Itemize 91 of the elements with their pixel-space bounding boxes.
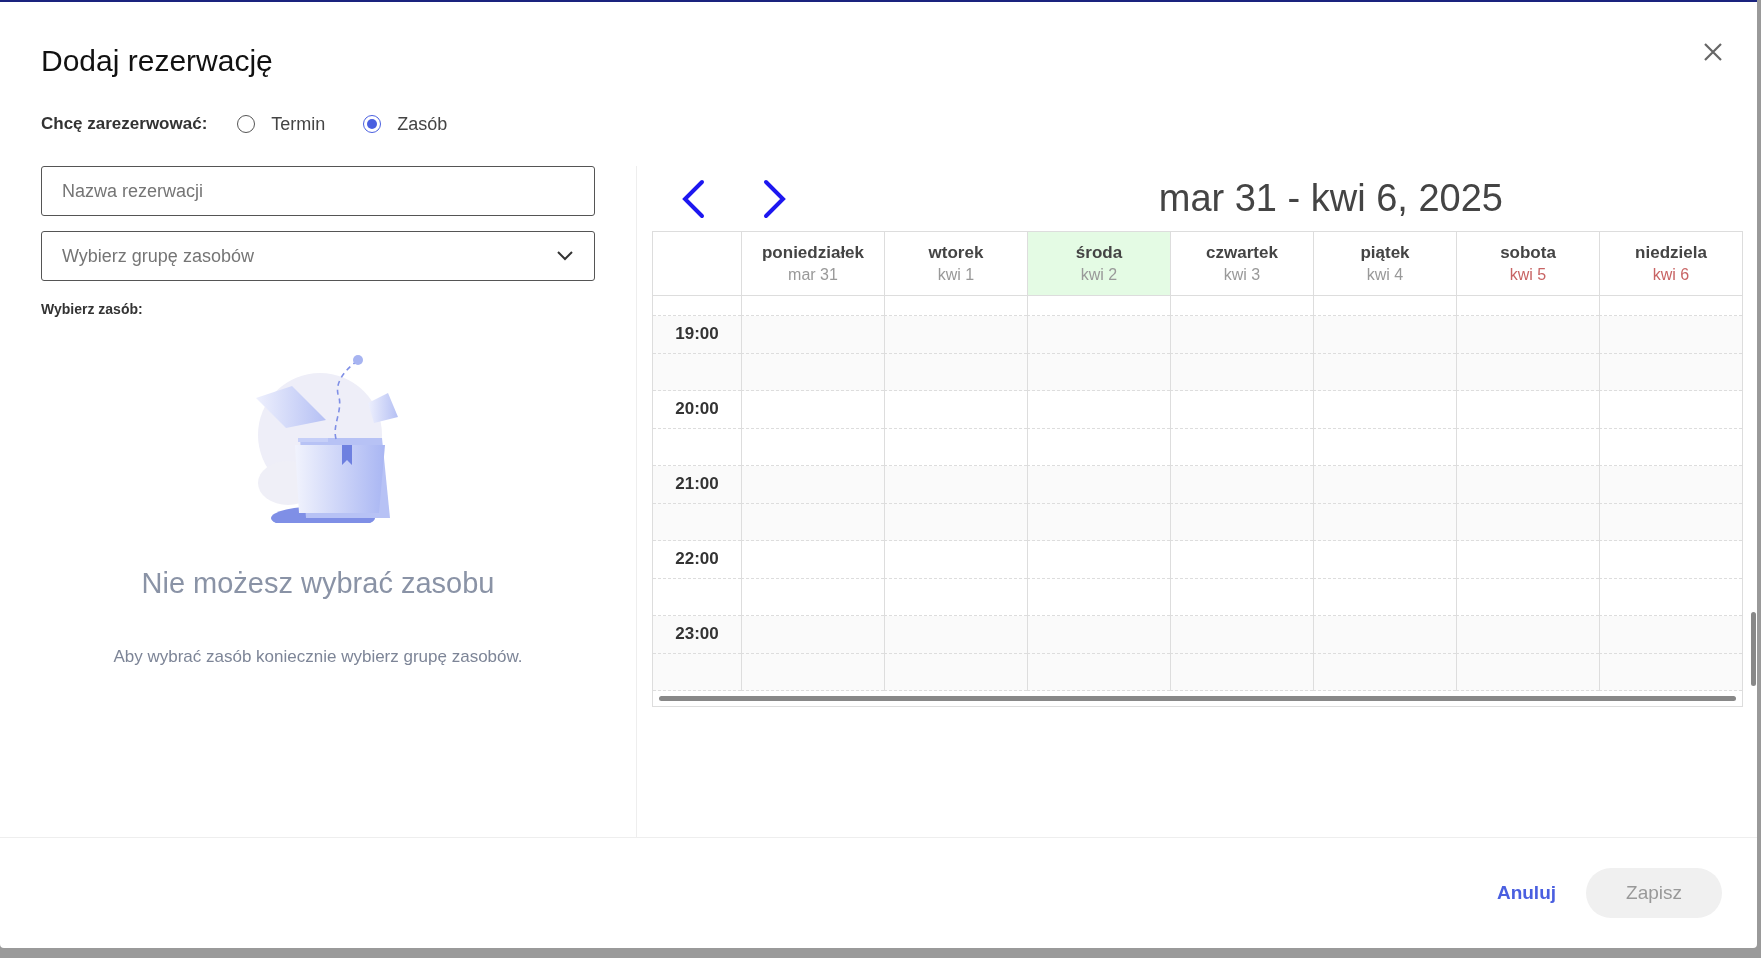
day-name: poniedziałek xyxy=(762,243,864,263)
calendar-slot[interactable] xyxy=(1027,353,1170,391)
day-date: kwi 4 xyxy=(1366,266,1404,284)
calendar-slot[interactable] xyxy=(1456,653,1599,691)
calendar-slot[interactable] xyxy=(1313,391,1456,429)
vertical-scrollbar[interactable] xyxy=(1751,612,1756,686)
calendar-slot[interactable] xyxy=(1599,541,1742,579)
day-date: mar 31 xyxy=(788,266,838,284)
calendar-slot[interactable] xyxy=(741,391,884,429)
calendar-slot[interactable] xyxy=(1313,466,1456,504)
calendar-slot[interactable] xyxy=(1170,316,1313,354)
calendar-slot[interactable] xyxy=(884,653,1027,691)
chevron-right-icon xyxy=(763,178,787,219)
day-name: sobota xyxy=(1500,243,1556,263)
day-date: kwi 1 xyxy=(937,266,975,284)
day-name: wtorek xyxy=(928,243,984,263)
calendar-slot[interactable] xyxy=(1599,466,1742,504)
calendar-slot[interactable] xyxy=(1599,391,1742,429)
calendar-slot[interactable] xyxy=(1456,503,1599,541)
day-name: niedziela xyxy=(1635,243,1707,263)
calendar-slot[interactable] xyxy=(741,653,884,691)
calendar-slot[interactable] xyxy=(1599,616,1742,654)
calendar-slot[interactable] xyxy=(1027,541,1170,579)
calendar-slot[interactable] xyxy=(1456,391,1599,429)
close-icon xyxy=(1703,42,1723,62)
calendar-slot[interactable] xyxy=(741,466,884,504)
calendar-slot[interactable] xyxy=(1170,653,1313,691)
cancel-button[interactable]: Anuluj xyxy=(1492,874,1561,912)
calendar-slot[interactable] xyxy=(884,616,1027,654)
calendar-slot[interactable] xyxy=(1170,503,1313,541)
date-range-title: mar 31 - kwi 6, 2025 xyxy=(1158,177,1503,220)
calendar-slot[interactable] xyxy=(1027,316,1170,354)
booking-type-label: Chcę zarezerwować: xyxy=(41,114,208,134)
calendar-slot[interactable] xyxy=(884,316,1027,354)
reservation-name-field[interactable]: Nazwa rezerwacji xyxy=(41,166,595,216)
chevron-left-icon xyxy=(681,178,705,219)
dialog-title: Dodaj rezerwację xyxy=(41,44,273,78)
time-cell: 19:00 xyxy=(653,316,741,354)
calendar-slot[interactable] xyxy=(741,353,884,391)
time-cell: 22:00 xyxy=(653,541,741,579)
resource-label: Wybierz zasób: xyxy=(41,301,143,317)
calendar-slot[interactable] xyxy=(1170,353,1313,391)
calendar-slot[interactable] xyxy=(1027,653,1170,691)
calendar-slot[interactable] xyxy=(741,541,884,579)
resource-group-select[interactable]: Wybierz grupę zasobów xyxy=(41,231,595,281)
calendar-slot[interactable] xyxy=(1313,503,1456,541)
day-name: środa xyxy=(1075,243,1123,263)
calendar-slot[interactable] xyxy=(1456,616,1599,654)
empty-state-title: Nie możesz wybrać zasobu xyxy=(141,567,495,600)
day-name: czwartek xyxy=(1206,243,1278,263)
calendar-slot[interactable] xyxy=(1456,316,1599,354)
calendar-slot[interactable] xyxy=(1313,653,1456,691)
calendar-slot[interactable] xyxy=(741,316,884,354)
calendar-slot[interactable] xyxy=(1313,616,1456,654)
time-cell: 21:00 xyxy=(653,466,741,504)
calendar-slot[interactable] xyxy=(1456,466,1599,504)
calendar-slot[interactable] xyxy=(1027,503,1170,541)
calendar-slot[interactable] xyxy=(1313,541,1456,579)
calendar-slot[interactable] xyxy=(1170,541,1313,579)
calendar-slot[interactable] xyxy=(1027,616,1170,654)
day-date: kwi 3 xyxy=(1223,266,1261,284)
radio-option[interactable]: Termin xyxy=(237,113,326,135)
calendar-slot[interactable] xyxy=(884,466,1027,504)
calendar-slot[interactable] xyxy=(1313,353,1456,391)
calendar-slot[interactable] xyxy=(1170,391,1313,429)
time-cell: 20:00 xyxy=(653,391,741,429)
day-date: kwi 2 xyxy=(1080,266,1118,284)
calendar-slot[interactable] xyxy=(1313,316,1456,354)
calendar-slot[interactable] xyxy=(884,541,1027,579)
radio-option[interactable]: Zasób xyxy=(363,113,448,135)
calendar-slot[interactable] xyxy=(1456,353,1599,391)
day-name: piątek xyxy=(1360,243,1410,263)
calendar-slot[interactable] xyxy=(1027,391,1170,429)
calendar-slot[interactable] xyxy=(1170,616,1313,654)
calendar-slot[interactable] xyxy=(1599,316,1742,354)
calendar-slot[interactable] xyxy=(1027,466,1170,504)
day-date: kwi 5 xyxy=(1509,266,1547,284)
calendar-slot[interactable] xyxy=(1599,503,1742,541)
calendar-slot[interactable] xyxy=(1599,353,1742,391)
empty-state-text: Aby wybrać zasób koniecznie wybierz grupę zasobów. xyxy=(113,647,523,667)
calendar-slot[interactable] xyxy=(1599,653,1742,691)
time-cell: 23:00 xyxy=(653,616,741,654)
calendar-slot[interactable] xyxy=(741,616,884,654)
calendar-slot[interactable] xyxy=(884,503,1027,541)
calendar-slot[interactable] xyxy=(884,353,1027,391)
calendar-slot[interactable] xyxy=(1456,541,1599,579)
chevron-down-icon xyxy=(556,250,574,262)
calendar-slot[interactable] xyxy=(884,391,1027,429)
day-date: kwi 6 xyxy=(1652,266,1690,284)
calendar-slot[interactable] xyxy=(741,503,884,541)
calendar-slot[interactable] xyxy=(1170,466,1313,504)
